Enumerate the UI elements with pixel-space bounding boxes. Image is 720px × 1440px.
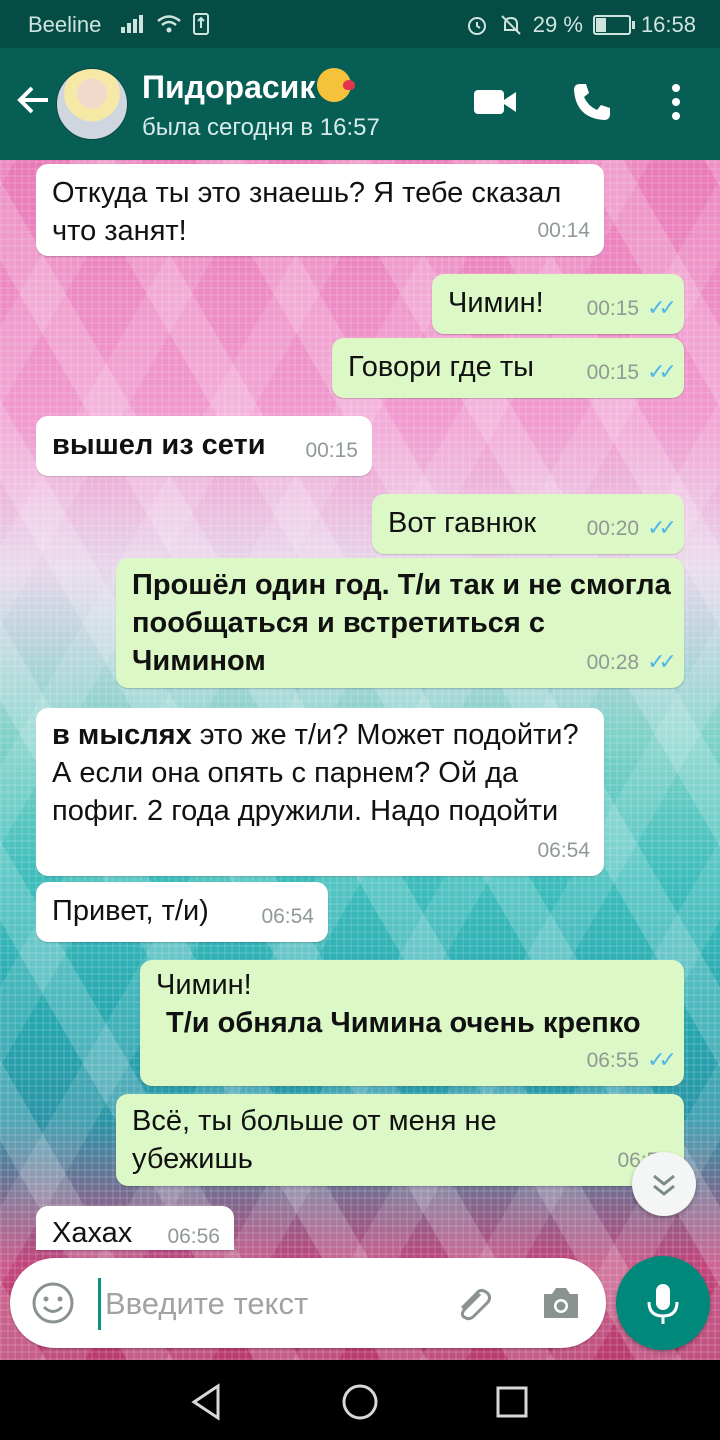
message-outgoing[interactable]: Говори где ты 00:15 ✓✓ (332, 338, 684, 398)
message-outgoing[interactable]: Прошёл один год. Т/и так и не смогла поо… (116, 558, 684, 688)
message-time: 00:28 (586, 651, 640, 674)
message-time: 00:15 (586, 361, 640, 384)
message-time: 00:15 (305, 439, 358, 462)
video-call-icon[interactable] (472, 78, 520, 126)
message-time: 06:54 (261, 905, 314, 928)
wifi-icon (157, 15, 181, 33)
message-outgoing[interactable]: Чимин! 00:15 ✓✓ (432, 274, 684, 334)
nav-home-icon[interactable] (336, 1378, 384, 1426)
scroll-to-bottom-button[interactable] (632, 1152, 696, 1216)
message-time: 06:56 (167, 1225, 220, 1248)
system-nav-bar (0, 1360, 720, 1440)
message-input[interactable] (98, 1278, 427, 1330)
alarm-icon (467, 17, 486, 35)
mic-icon (647, 1284, 679, 1324)
kiss-emoji-icon (317, 68, 356, 102)
chat-header: Пидорасик была сегодня в 16:57 (0, 48, 720, 160)
read-ticks-icon: ✓✓ (647, 359, 677, 384)
camera-icon[interactable] (538, 1280, 584, 1326)
message-incoming[interactable]: в мыслях это же т/и? Может подойти? А ес… (36, 708, 604, 876)
phone-icon[interactable] (568, 78, 616, 126)
read-ticks-icon: ✓✓ (647, 649, 677, 674)
read-ticks-icon: ✓✓ (647, 515, 677, 540)
message-incoming[interactable]: Откуда ты это знаешь? Я тебе сказал что … (36, 164, 604, 256)
message-outgoing[interactable]: Чимин! Т/и обняла Чимина очень крепко 06… (140, 960, 684, 1086)
battery-percent: 29 % (532, 12, 583, 37)
signal-icon (121, 15, 143, 33)
compose-bar (10, 1258, 606, 1348)
chat-area[interactable]: Откуда ты это знаешь? Я тебе сказал что … (0, 160, 720, 1360)
battery-icon (592, 15, 635, 35)
contact-last-seen: была сегодня в 16:57 (142, 114, 380, 141)
back-arrow-icon[interactable] (12, 78, 56, 122)
data-transfer-icon (193, 13, 209, 35)
chevron-down-icon (653, 1174, 675, 1196)
mute-icon (501, 15, 521, 35)
emoji-icon[interactable] (30, 1280, 76, 1326)
message-outgoing[interactable]: Всё, ты больше от меня не убежишь 06:56 (116, 1094, 684, 1186)
message-incoming[interactable]: Хахах 06:56 (36, 1206, 234, 1250)
nav-recents-icon[interactable] (488, 1378, 536, 1426)
message-time: 06:54 (537, 839, 590, 862)
message-outgoing[interactable]: Вот гавнюк 00:20 ✓✓ (372, 494, 684, 554)
message-time: 00:15 (586, 297, 640, 320)
voice-message-button[interactable] (616, 1256, 710, 1350)
more-vert-icon[interactable] (652, 78, 700, 126)
message-time: 00:20 (586, 517, 640, 540)
avatar[interactable] (56, 68, 128, 140)
message-incoming[interactable]: Привет, т/и) 06:54 (36, 882, 328, 942)
signal-icons (120, 12, 210, 36)
nav-back-icon[interactable] (182, 1378, 230, 1426)
attach-icon[interactable] (450, 1280, 496, 1326)
contact-name[interactable]: Пидорасик (142, 68, 356, 106)
read-ticks-icon: ✓✓ (647, 295, 677, 320)
read-ticks-icon: ✓✓ (647, 1047, 677, 1072)
message-time: 00:14 (537, 219, 590, 242)
carrier-label: Beeline (28, 12, 102, 37)
message-time: 06:55 (586, 1049, 640, 1072)
status-bar: Beeline 29 % 16:58 (0, 0, 720, 48)
clock: 16:58 (640, 12, 696, 37)
message-incoming[interactable]: вышел из сети 00:15 (36, 416, 372, 476)
